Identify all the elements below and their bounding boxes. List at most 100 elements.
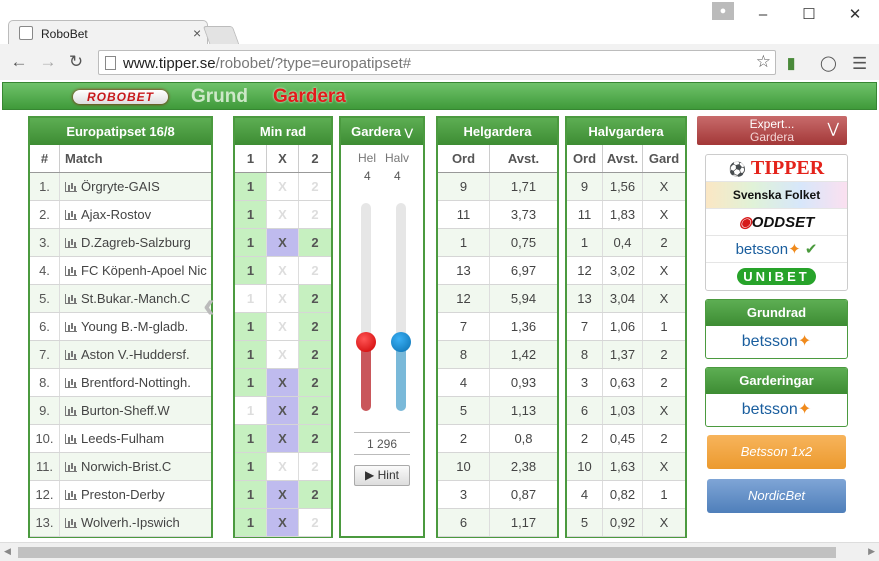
stats-chart-icon[interactable] bbox=[65, 294, 77, 304]
sign-2-cell[interactable]: 2 bbox=[299, 313, 331, 340]
match-name[interactable]: Örgryte-GAIS bbox=[60, 173, 211, 200]
match-name[interactable]: Burton-Sheff.W bbox=[60, 397, 211, 424]
match-name[interactable]: FC Köpenh-Apoel Nic bbox=[60, 257, 211, 284]
nav-gardera-link[interactable]: Gardera bbox=[273, 86, 346, 108]
stats-chart-icon[interactable] bbox=[65, 518, 77, 528]
match-row[interactable]: 8. Brentford-Nottingh. bbox=[30, 369, 211, 397]
sign-2-cell[interactable]: 2 bbox=[299, 509, 331, 536]
sign-1-cell[interactable]: 1 bbox=[235, 257, 267, 284]
sign-x-cell[interactable]: X bbox=[267, 341, 299, 368]
sign-1-cell[interactable]: 1 bbox=[235, 397, 267, 424]
sign-1-cell[interactable]: 1 bbox=[235, 481, 267, 508]
sign-x-cell[interactable]: X bbox=[267, 313, 299, 340]
sign-x-cell[interactable]: X bbox=[267, 453, 299, 480]
sign-1-cell[interactable]: 1 bbox=[235, 425, 267, 452]
stats-chart-icon[interactable] bbox=[65, 238, 77, 248]
close-window-button[interactable]: ✕ bbox=[835, 4, 875, 26]
match-name[interactable]: Leeds-Fulham bbox=[60, 425, 211, 452]
match-name[interactable]: Preston-Derby bbox=[60, 481, 211, 508]
book-svenska-folket[interactable]: Svenska Folket bbox=[706, 182, 847, 209]
sign-2-cell[interactable]: 2 bbox=[299, 397, 331, 424]
halv-slider-track[interactable] bbox=[391, 203, 411, 411]
sign-2-cell[interactable]: 2 bbox=[299, 425, 331, 452]
menu-icon[interactable]: ☰ bbox=[852, 54, 867, 74]
user-profile-icon[interactable]: ● bbox=[712, 2, 734, 20]
match-row[interactable]: 2. Ajax-Rostov bbox=[30, 201, 211, 229]
sign-2-cell[interactable]: 2 bbox=[299, 341, 331, 368]
sign-x-cell[interactable]: X bbox=[267, 173, 299, 200]
stats-chart-icon[interactable] bbox=[65, 462, 77, 472]
sign-2-cell[interactable]: 2 bbox=[299, 369, 331, 396]
sign-x-cell[interactable]: X bbox=[267, 369, 299, 396]
sign-x-cell[interactable]: X bbox=[267, 201, 299, 228]
sign-1-cell[interactable]: 1 bbox=[235, 369, 267, 396]
expert-gardera-button[interactable]: Expert... Gardera ⋁ bbox=[697, 116, 847, 145]
bookmark-star-icon[interactable]: ☆ bbox=[756, 52, 771, 72]
address-bar[interactable]: www.tipper.se/robobet/?type=europatipset… bbox=[98, 50, 776, 75]
minimize-button[interactable]: – bbox=[743, 4, 783, 26]
nav-grund-link[interactable]: Grund bbox=[191, 86, 248, 108]
match-name[interactable]: Norwich-Brist.C bbox=[60, 453, 211, 480]
stats-chart-icon[interactable] bbox=[65, 490, 77, 500]
match-name[interactable]: St.Bukar.-Manch.C bbox=[60, 285, 211, 312]
stats-chart-icon[interactable] bbox=[65, 350, 77, 360]
sign-2-cell[interactable]: 2 bbox=[299, 173, 331, 200]
sign-1-cell[interactable]: 1 bbox=[235, 453, 267, 480]
sign-1-cell[interactable]: 1 bbox=[235, 229, 267, 256]
sign-1-cell[interactable]: 1 bbox=[235, 173, 267, 200]
sign-2-cell[interactable]: 2 bbox=[299, 229, 331, 256]
sign-2-cell[interactable]: 2 bbox=[299, 481, 331, 508]
scroll-right-icon[interactable]: ▶ bbox=[868, 546, 875, 557]
match-row[interactable]: 6. Young B.-M-gladb. bbox=[30, 313, 211, 341]
scrollbar-thumb[interactable] bbox=[18, 547, 836, 558]
tab-close-icon[interactable]: × bbox=[193, 25, 201, 41]
stats-chart-icon[interactable] bbox=[65, 406, 77, 416]
betsson-1x2-button[interactable]: Betsson 1x2 bbox=[707, 435, 846, 469]
match-name[interactable]: D.Zagreb-Salzburg bbox=[60, 229, 211, 256]
maximize-button[interactable]: ☐ bbox=[789, 4, 829, 26]
sign-1-cell[interactable]: 1 bbox=[235, 201, 267, 228]
match-name[interactable]: Brentford-Nottingh. bbox=[60, 369, 211, 396]
sign-x-cell[interactable]: X bbox=[267, 509, 299, 536]
sign-2-cell[interactable]: 2 bbox=[299, 453, 331, 480]
extension-circle-icon[interactable]: ◯ bbox=[820, 54, 837, 72]
scroll-left-icon[interactable]: ◀ bbox=[4, 546, 11, 557]
match-row[interactable]: 1. Örgryte-GAIS bbox=[30, 173, 211, 201]
sign-x-cell[interactable]: X bbox=[267, 229, 299, 256]
sign-2-cell[interactable]: 2 bbox=[299, 285, 331, 312]
back-icon[interactable]: ← bbox=[9, 52, 29, 72]
sign-x-cell[interactable]: X bbox=[267, 257, 299, 284]
match-row[interactable]: 4. FC Köpenh-Apoel Nic bbox=[30, 257, 211, 285]
browser-tab[interactable]: RoboBet × bbox=[8, 20, 208, 45]
nordicbet-button[interactable]: NordicBet bbox=[707, 479, 846, 513]
book-oddset[interactable]: ◉ODDSET bbox=[706, 209, 847, 236]
match-row[interactable]: 13. Wolverh.-Ipswich bbox=[30, 509, 211, 537]
match-row[interactable]: 10. Leeds-Fulham bbox=[30, 425, 211, 453]
extension-chart-icon[interactable]: ▮ bbox=[787, 54, 795, 72]
stats-chart-icon[interactable] bbox=[65, 322, 77, 332]
book-unibet[interactable]: UNIBET bbox=[706, 263, 847, 290]
forward-icon[interactable]: → bbox=[38, 52, 58, 72]
hel-slider-knob[interactable] bbox=[356, 332, 376, 352]
robobet-logo[interactable]: ROBOBET bbox=[73, 90, 168, 104]
hint-button[interactable]: ▶ Hint bbox=[354, 465, 410, 486]
sign-x-cell[interactable]: X bbox=[267, 481, 299, 508]
match-row[interactable]: 3. D.Zagreb-Salzburg bbox=[30, 229, 211, 257]
reload-icon[interactable]: ↻ bbox=[66, 52, 86, 72]
stats-chart-icon[interactable] bbox=[65, 434, 77, 444]
match-name[interactable]: Ajax-Rostov bbox=[60, 201, 211, 228]
sign-1-cell[interactable]: 1 bbox=[235, 285, 267, 312]
garderingar-book[interactable]: betsson✦ bbox=[706, 394, 847, 426]
sign-x-cell[interactable]: X bbox=[267, 285, 299, 312]
horizontal-scrollbar[interactable]: ◀ ▶ bbox=[0, 542, 879, 561]
match-name[interactable]: Young B.-M-gladb. bbox=[60, 313, 211, 340]
grundrad-book[interactable]: betsson✦ bbox=[706, 326, 847, 358]
halv-slider-knob[interactable] bbox=[391, 332, 411, 352]
stats-chart-icon[interactable] bbox=[65, 378, 77, 388]
sign-1-cell[interactable]: 1 bbox=[235, 341, 267, 368]
match-name[interactable]: Aston V.-Huddersf. bbox=[60, 341, 211, 368]
stats-chart-icon[interactable] bbox=[65, 182, 77, 192]
stats-chart-icon[interactable] bbox=[65, 266, 77, 276]
sign-2-cell[interactable]: 2 bbox=[299, 257, 331, 284]
gardera-title[interactable]: Gardera ⋁ bbox=[341, 118, 423, 145]
